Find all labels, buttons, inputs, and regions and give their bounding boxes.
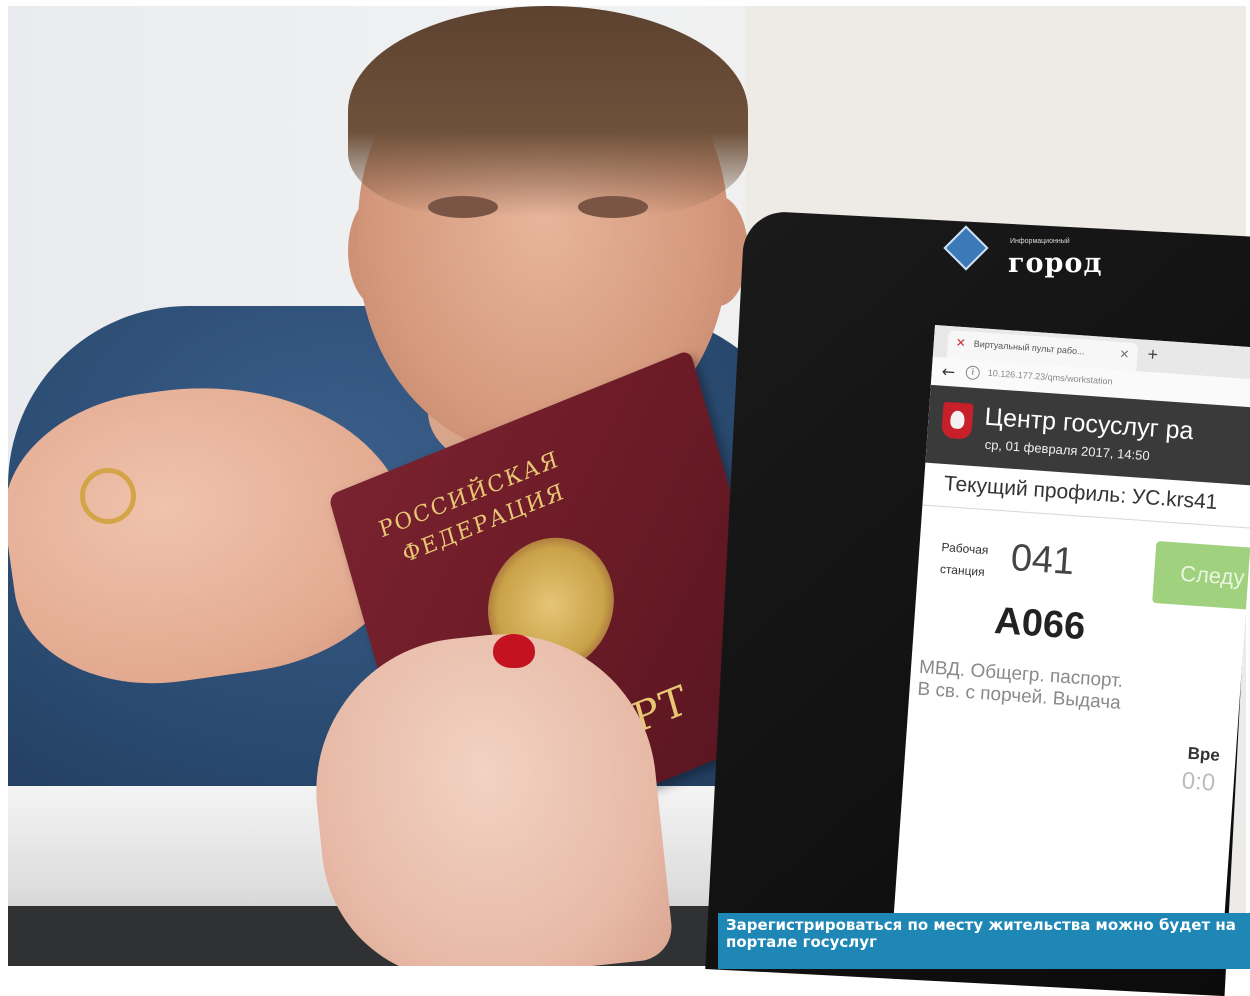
next-button[interactable]: Следу (1152, 540, 1250, 612)
photo-caption: Зарегистрироваться по месту жительства м… (718, 913, 1250, 969)
monitor-screen: ✕ Виртуальный пульт рабо... ✕ + ← i 10.1… (891, 325, 1250, 967)
man-hair (348, 6, 748, 216)
info-icon[interactable]: i (965, 365, 981, 381)
caption-text: Зарегистрироваться по месту жительства м… (726, 916, 1236, 951)
monitor-logo: Информационный город (943, 225, 1130, 292)
back-arrow-icon[interactable]: ← (941, 362, 956, 382)
new-tab-icon[interactable]: + (1147, 344, 1159, 366)
next-button-label: Следу (1179, 560, 1246, 591)
tab-favicon-icon: ✕ (955, 335, 967, 351)
time-label: Вре (1187, 743, 1221, 765)
man-eye-right (578, 196, 648, 218)
url-text[interactable]: 10.126.177.23/qms/workstation (987, 368, 1112, 387)
workstation-label: Рабочая станция (939, 536, 989, 583)
workstation-label-line2: станция (939, 561, 986, 580)
workstation-number: 041 (1009, 536, 1076, 584)
workstation-label-line1: Рабочая (941, 540, 989, 558)
ticket-number: А066 (993, 599, 1087, 649)
time-value: 0:0 (1180, 767, 1217, 797)
logo-big-text: город (1008, 248, 1103, 279)
info-city-logo-icon (943, 225, 989, 271)
moscow-coat-of-arms-icon (941, 401, 974, 440)
logo-small-text: Информационный (1010, 238, 1070, 245)
man-eye-left (428, 196, 498, 218)
tab-title: Виртуальный пульт рабо... (973, 338, 1085, 357)
wedding-ring (80, 468, 136, 524)
service-description: МВД. Общегр. паспорт. В св. с порчей. Вы… (917, 657, 1124, 715)
close-icon[interactable]: ✕ (1119, 347, 1130, 362)
red-fingernail (493, 634, 535, 668)
